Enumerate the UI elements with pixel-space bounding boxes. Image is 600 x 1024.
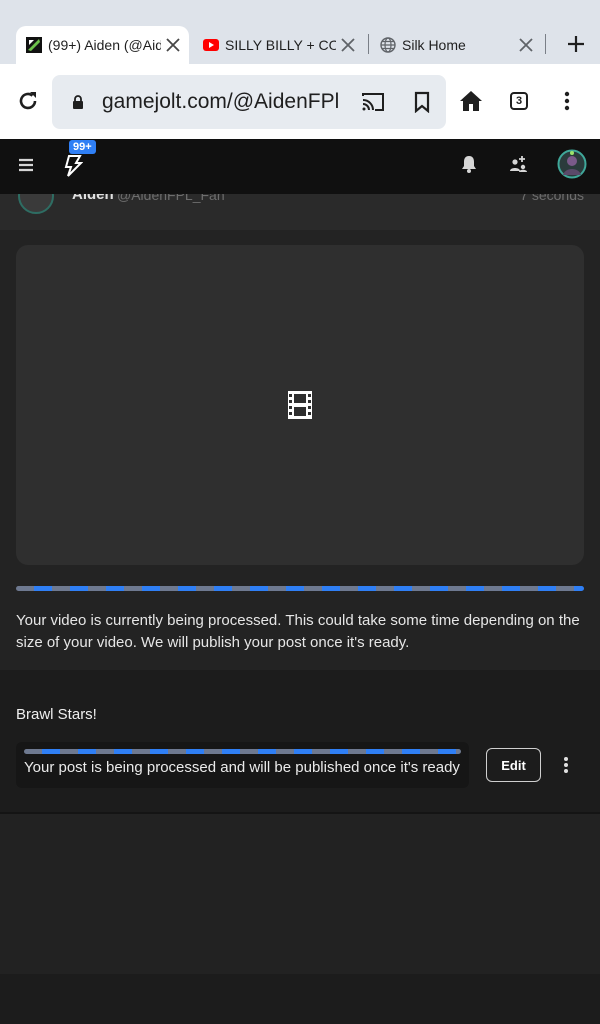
notification-count-badge: 99+	[69, 140, 96, 154]
post-processing-progress-bar	[24, 749, 461, 754]
page-bottom	[0, 974, 600, 1024]
close-tab-icon[interactable]	[161, 33, 185, 57]
author-handle[interactable]: @AidenFPL_Fan	[117, 194, 225, 203]
more-vertical-icon	[564, 757, 568, 773]
close-tab-icon[interactable]	[514, 33, 538, 57]
tab-switcher-button[interactable]: 3	[501, 83, 537, 119]
tab-silk-home[interactable]: Silk Home	[372, 26, 542, 64]
youtube-icon	[203, 39, 219, 51]
url-text: gamejolt.com/@AidenFPl	[102, 90, 340, 113]
add-friend-icon	[510, 156, 527, 172]
cast-button[interactable]	[355, 84, 391, 120]
post-author-row: Aiden @AidenFPL_Fan 7 seconds	[0, 194, 600, 230]
gamejolt-icon	[26, 37, 42, 53]
browser-menu-button[interactable]	[549, 83, 585, 119]
avatar	[557, 149, 587, 179]
browser-toolbar: gamejolt.com/@AidenFPl 3	[0, 64, 600, 139]
reload-button[interactable]	[10, 83, 46, 119]
gamejolt-logo-icon	[64, 155, 83, 177]
new-tab-button[interactable]	[562, 30, 590, 58]
tab-gamejolt[interactable]: (99+) Aiden (@Aid	[16, 26, 189, 64]
post-title[interactable]: Brawl Stars!	[16, 706, 97, 723]
address-bar[interactable]: gamejolt.com/@AidenFPl	[52, 75, 446, 129]
plus-icon	[568, 36, 584, 52]
main-content: Aiden @AidenFPL_Fan 7 seconds Your video…	[0, 194, 600, 1024]
home-icon	[460, 91, 482, 111]
cast-icon	[362, 93, 384, 111]
post-status-bar: Your post is being processed and will be…	[16, 742, 469, 788]
globe-icon	[380, 37, 396, 53]
user-avatar-button[interactable]	[554, 146, 590, 182]
friends-button[interactable]	[501, 146, 537, 182]
notifications-button[interactable]	[451, 146, 487, 182]
tab-youtube[interactable]: SILLY BILLY + COF	[197, 26, 364, 64]
bookmark-icon	[414, 91, 430, 113]
edit-post-button[interactable]: Edit	[486, 748, 541, 782]
tab-title: (99+) Aiden (@Aid	[48, 37, 161, 53]
tab-separator	[368, 34, 369, 54]
bell-icon	[462, 156, 476, 173]
post-status-text: Your post is being processed and will be…	[24, 759, 460, 776]
video-processing-progress-bar	[16, 586, 584, 591]
video-placeholder	[16, 245, 584, 565]
tab-title: SILLY BILLY + COF	[225, 37, 336, 53]
hamburger-icon	[19, 158, 33, 172]
processing-message: Your video is currently being processed.…	[16, 612, 580, 651]
feed-area	[0, 814, 600, 974]
author-name[interactable]: Aiden	[72, 194, 114, 203]
more-vertical-icon	[564, 91, 570, 111]
tab-count: 3	[510, 92, 528, 110]
tab-separator	[545, 34, 546, 54]
menu-button[interactable]	[8, 147, 44, 183]
post-more-button[interactable]	[556, 750, 576, 780]
browser-tab-strip: (99+) Aiden (@Aid SILLY BILLY + COF Silk…	[0, 0, 600, 64]
reload-icon	[19, 92, 37, 110]
film-icon	[288, 391, 312, 419]
post-card: Aiden @AidenFPL_Fan 7 seconds Your video…	[0, 194, 600, 670]
bookmark-button[interactable]	[404, 84, 440, 120]
close-tab-icon[interactable]	[336, 33, 360, 57]
home-button[interactable]	[453, 83, 489, 119]
tab-title: Silk Home	[402, 37, 466, 53]
lock-icon	[73, 95, 83, 109]
post-timestamp: 7 seconds	[520, 194, 584, 203]
author-avatar[interactable]	[18, 194, 54, 214]
